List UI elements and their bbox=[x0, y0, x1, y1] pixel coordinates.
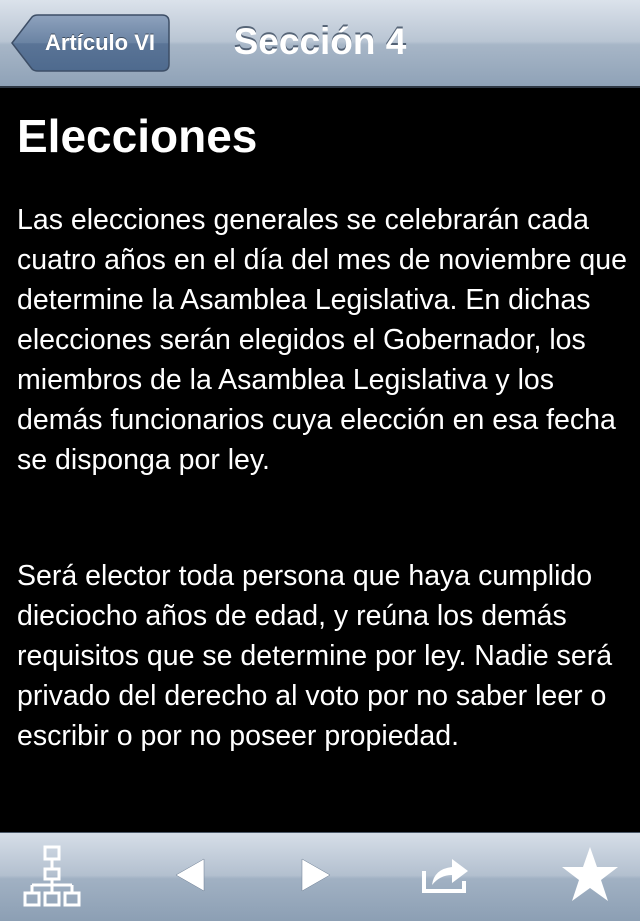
previous-button[interactable] bbox=[150, 833, 230, 921]
paragraph-2: Será elector toda persona que haya cumpl… bbox=[17, 560, 613, 752]
previous-arrow-icon bbox=[175, 858, 205, 892]
sitemap-icon bbox=[23, 845, 81, 907]
article-content[interactable]: Elecciones Las elecciones generales se c… bbox=[0, 88, 640, 832]
back-button-label: Artículo VI bbox=[44, 30, 155, 55]
share-button[interactable] bbox=[406, 833, 486, 921]
section-heading: Elecciones bbox=[17, 110, 258, 162]
favorite-button[interactable] bbox=[550, 833, 630, 921]
next-arrow-icon bbox=[301, 858, 331, 892]
navigation-bar: Artículo VI Sección 4 bbox=[0, 0, 640, 88]
share-icon bbox=[422, 859, 468, 893]
paragraph-1: Las elecciones generales se celebrarán c… bbox=[17, 204, 627, 476]
star-icon bbox=[562, 847, 618, 901]
next-button[interactable] bbox=[276, 833, 356, 921]
bottom-toolbar bbox=[0, 832, 640, 921]
page-title: Sección 4 bbox=[233, 21, 407, 62]
sitemap-button[interactable] bbox=[12, 833, 92, 921]
back-button[interactable]: Artículo VI bbox=[10, 14, 170, 72]
